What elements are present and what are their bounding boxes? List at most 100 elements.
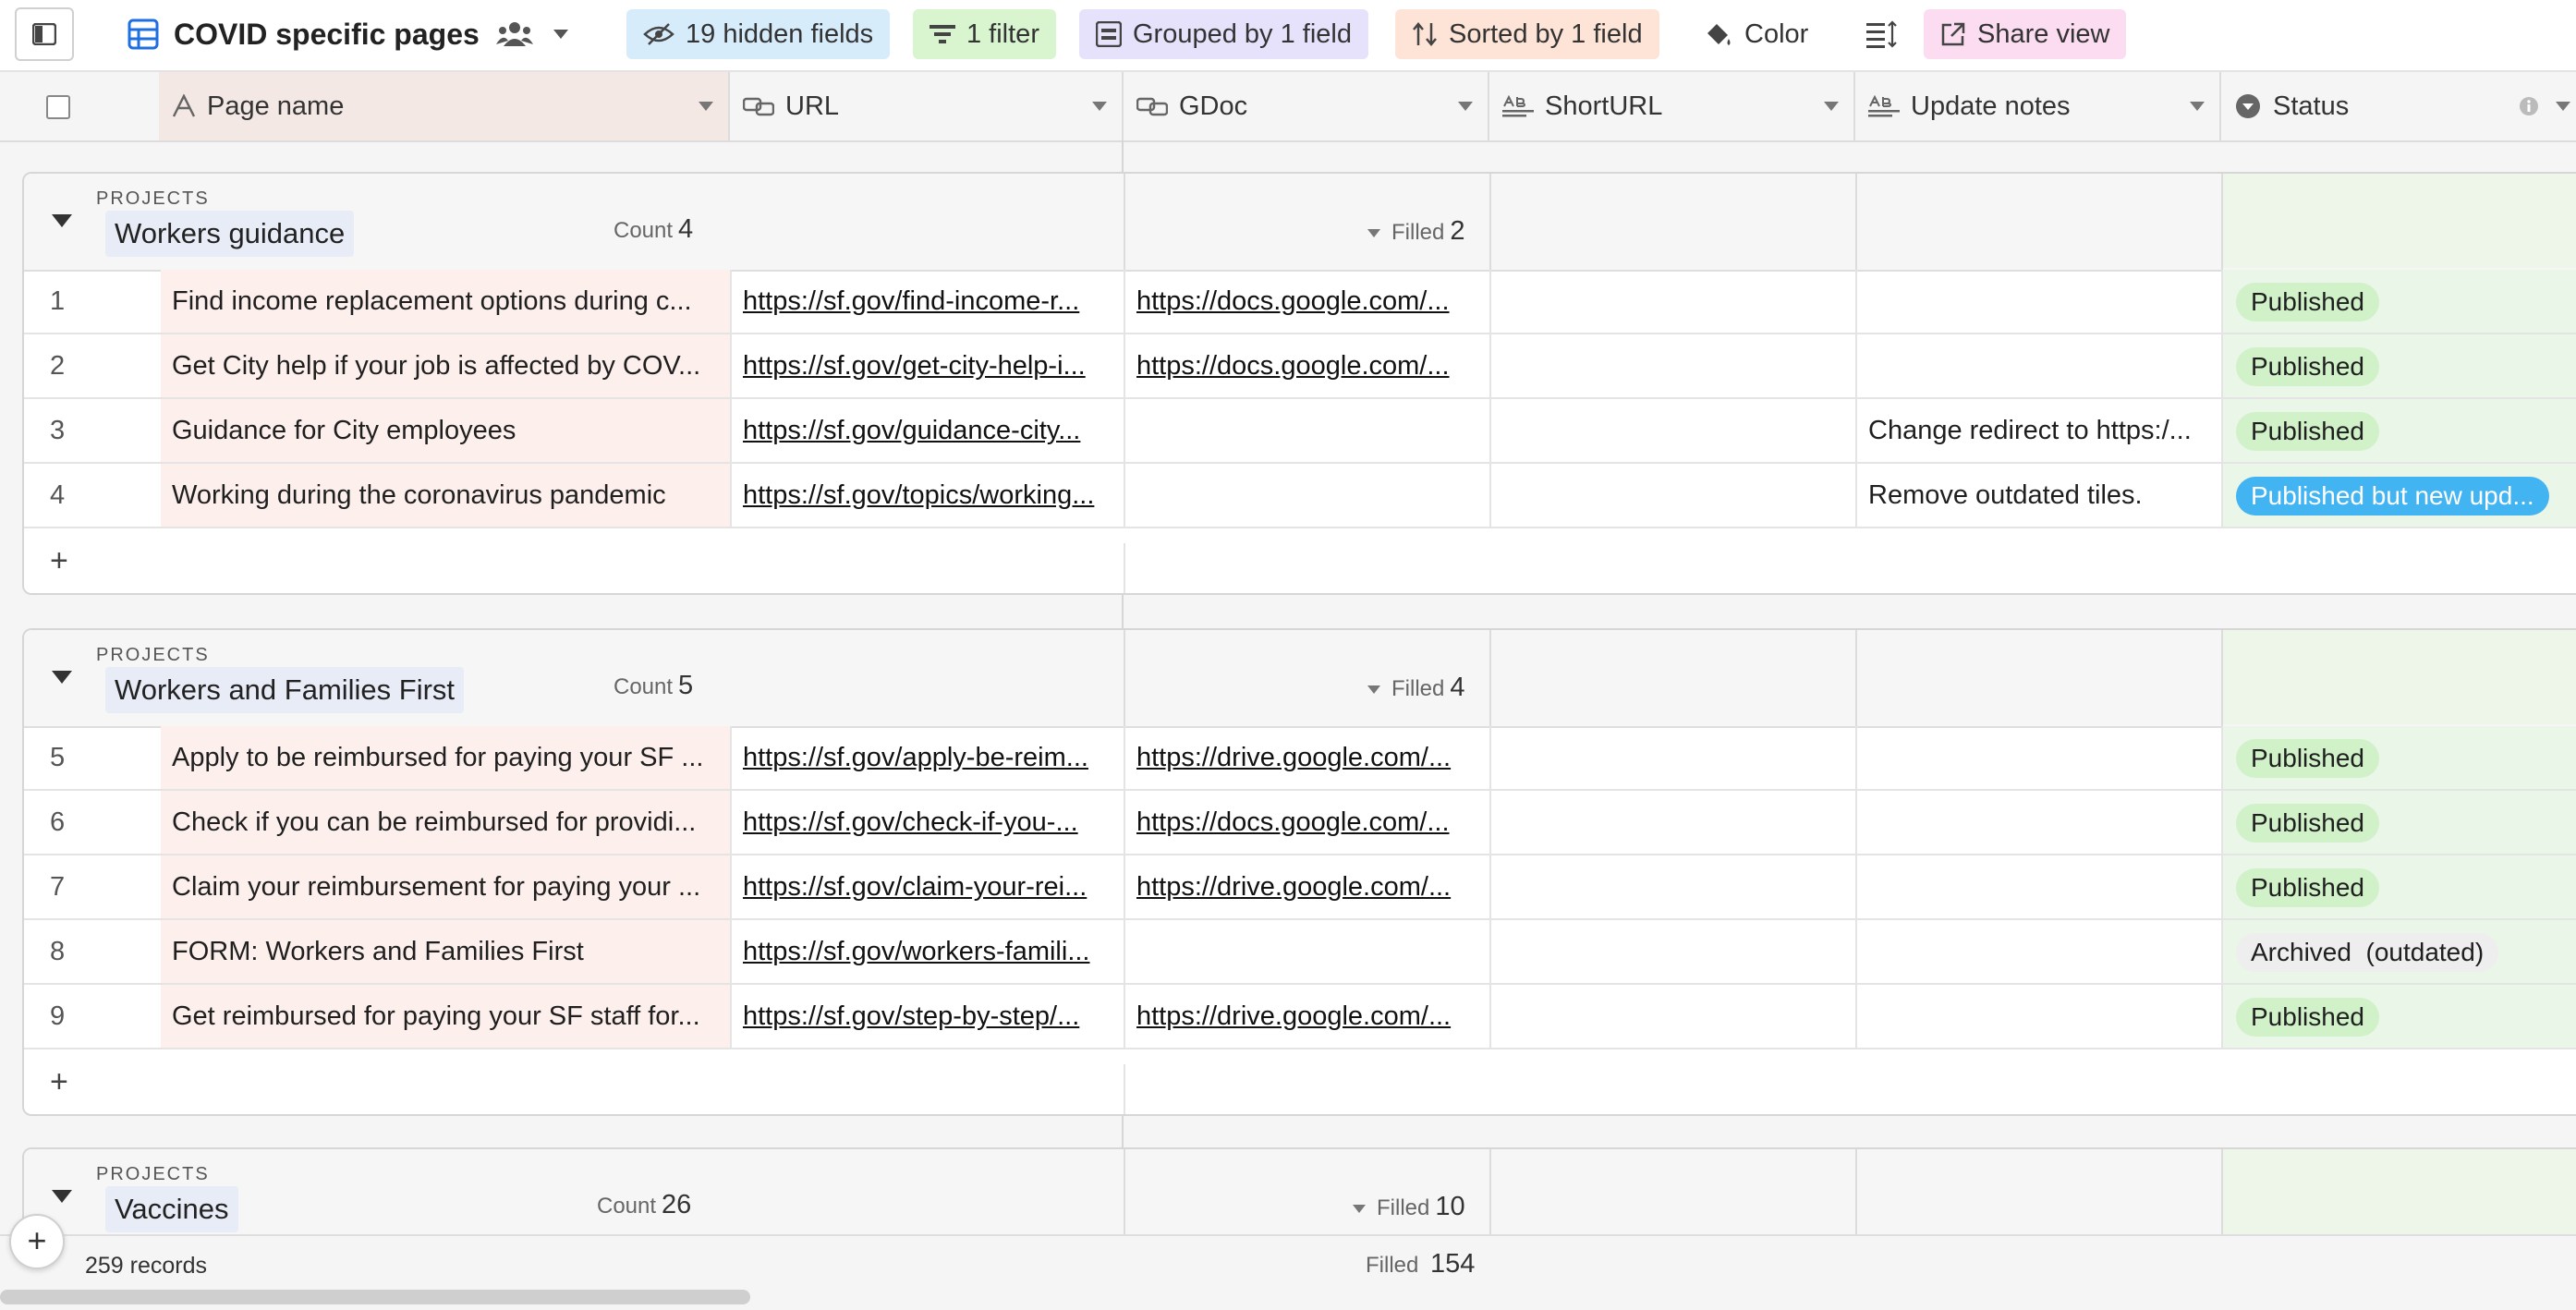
chevron-down-icon[interactable] bbox=[2556, 102, 2570, 111]
shorturl-cell[interactable] bbox=[1491, 334, 1857, 397]
table-row[interactable]: 9 Get reimbursed for paying your SF staf… bbox=[24, 985, 2576, 1049]
page-name-cell[interactable]: FORM: Workers and Families First bbox=[161, 920, 732, 983]
status-cell[interactable]: Published but new upd... bbox=[2223, 464, 2576, 527]
update-notes-cell[interactable] bbox=[1857, 791, 2223, 854]
url-cell[interactable]: https://sf.gov/workers-famili... bbox=[732, 920, 1125, 983]
shorturl-cell[interactable] bbox=[1491, 920, 1857, 983]
shorturl-cell[interactable] bbox=[1491, 855, 1857, 918]
url-cell[interactable]: https://sf.gov/claim-your-rei... bbox=[732, 855, 1125, 918]
gdoc-cell[interactable]: https://docs.google.com/... bbox=[1125, 334, 1491, 397]
table-row[interactable]: 5 Apply to be reimbursed for paying your… bbox=[24, 726, 2576, 791]
group-filled-summary[interactable]: Filled 10 bbox=[1353, 1192, 1465, 1222]
color-button[interactable]: Color bbox=[1687, 9, 1825, 59]
add-record-row[interactable]: + bbox=[24, 1051, 2576, 1114]
gdoc-cell[interactable]: https://drive.google.com/... bbox=[1125, 855, 1491, 918]
sort-button[interactable]: Sorted by 1 field bbox=[1395, 9, 1659, 59]
shorturl-cell[interactable] bbox=[1491, 791, 1857, 854]
group-header[interactable]: PROJECTS Workers guidance Count 4 Filled 2 bbox=[24, 174, 2576, 272]
group-header[interactable]: PROJECTS Vaccines Count 26 Filled 10 bbox=[24, 1149, 2576, 1247]
gdoc-cell[interactable]: https://docs.google.com/... bbox=[1125, 270, 1491, 333]
page-name-cell[interactable]: Guidance for City employees bbox=[161, 399, 732, 462]
add-record-button[interactable]: + bbox=[50, 1064, 68, 1100]
update-notes-cell[interactable] bbox=[1857, 726, 2223, 789]
table-row[interactable]: 7 Claim your reimbursement for paying yo… bbox=[24, 855, 2576, 920]
status-cell[interactable]: Published bbox=[2223, 855, 2576, 918]
table-row[interactable]: 4 Working during the coronavirus pandemi… bbox=[24, 464, 2576, 528]
group-filled-summary[interactable]: Filled 2 bbox=[1367, 216, 1465, 247]
column-header-url[interactable]: URL bbox=[730, 72, 1124, 140]
gdoc-cell[interactable] bbox=[1125, 464, 1491, 527]
column-header-status[interactable]: Status bbox=[2221, 72, 2576, 140]
collapse-group-icon[interactable] bbox=[52, 1190, 72, 1203]
hidden-fields-button[interactable]: 19 hidden fields bbox=[626, 9, 891, 59]
shorturl-cell[interactable] bbox=[1491, 726, 1857, 789]
chevron-down-icon[interactable] bbox=[699, 102, 713, 111]
chevron-down-icon[interactable] bbox=[1092, 102, 1107, 111]
add-record-row[interactable]: + bbox=[24, 530, 2576, 593]
page-name-cell[interactable]: Check if you can be reimbursed for provi… bbox=[161, 791, 732, 854]
collapse-group-icon[interactable] bbox=[52, 671, 72, 684]
gdoc-cell[interactable] bbox=[1125, 399, 1491, 462]
view-switcher[interactable]: COVID specific pages bbox=[128, 9, 568, 59]
column-header-page-name[interactable]: Page name bbox=[159, 72, 730, 140]
table-row[interactable]: 2 Get City help if your job is affected … bbox=[24, 334, 2576, 399]
shorturl-cell[interactable] bbox=[1491, 270, 1857, 333]
url-cell[interactable]: https://sf.gov/find-income-r... bbox=[732, 270, 1125, 333]
update-notes-cell[interactable] bbox=[1857, 334, 2223, 397]
column-header-gdoc[interactable]: GDoc bbox=[1124, 72, 1489, 140]
status-cell[interactable]: Published bbox=[2223, 399, 2576, 462]
update-notes-cell[interactable] bbox=[1857, 270, 2223, 333]
chevron-down-icon[interactable] bbox=[1458, 102, 1473, 111]
status-cell[interactable]: Published bbox=[2223, 334, 2576, 397]
column-header-shorturl[interactable]: ShortURL bbox=[1489, 72, 1855, 140]
column-header-update-notes[interactable]: Update notes bbox=[1855, 72, 2221, 140]
gdoc-cell[interactable] bbox=[1125, 920, 1491, 983]
page-name-cell[interactable]: Claim your reimbursement for paying your… bbox=[161, 855, 732, 918]
table-row[interactable]: 3 Guidance for City employees https://sf… bbox=[24, 399, 2576, 464]
chevron-down-icon[interactable] bbox=[1824, 102, 1839, 111]
page-name-cell[interactable]: Apply to be reimbursed for paying your S… bbox=[161, 726, 732, 789]
group-header[interactable]: PROJECTS Workers and Families First Coun… bbox=[24, 630, 2576, 728]
page-name-cell[interactable]: Find income replacement options during c… bbox=[161, 270, 732, 333]
page-name-cell[interactable]: Get City help if your job is affected by… bbox=[161, 334, 732, 397]
sidebar-toggle-button[interactable] bbox=[15, 7, 74, 61]
info-icon[interactable] bbox=[2519, 96, 2539, 116]
gdoc-cell[interactable]: https://drive.google.com/... bbox=[1125, 985, 1491, 1048]
gdoc-cell[interactable]: https://docs.google.com/... bbox=[1125, 791, 1491, 854]
status-cell[interactable]: Published bbox=[2223, 985, 2576, 1048]
url-cell[interactable]: https://sf.gov/check-if-you-... bbox=[732, 791, 1125, 854]
status-cell[interactable]: Published bbox=[2223, 270, 2576, 333]
group-filled-summary[interactable]: Filled 4 bbox=[1367, 673, 1465, 703]
share-view-button[interactable]: Share view bbox=[1924, 9, 2127, 59]
status-cell[interactable]: Published bbox=[2223, 726, 2576, 789]
status-cell[interactable]: Published bbox=[2223, 791, 2576, 854]
page-name-cell[interactable]: Get reimbursed for paying your SF staff … bbox=[161, 985, 732, 1048]
table-row[interactable]: 1 Find income replacement options during… bbox=[24, 270, 2576, 334]
update-notes-cell[interactable]: Change redirect to https:/... bbox=[1857, 399, 2223, 462]
gdoc-cell[interactable]: https://drive.google.com/... bbox=[1125, 726, 1491, 789]
chevron-down-icon[interactable] bbox=[2190, 102, 2205, 111]
add-record-button[interactable]: + bbox=[50, 543, 68, 579]
shorturl-cell[interactable] bbox=[1491, 985, 1857, 1048]
url-cell[interactable]: https://sf.gov/step-by-step/... bbox=[732, 985, 1125, 1048]
update-notes-cell[interactable] bbox=[1857, 920, 2223, 983]
filter-button[interactable]: 1 filter bbox=[913, 9, 1056, 59]
total-filled-summary[interactable]: Filled 154 bbox=[1366, 1249, 1475, 1280]
update-notes-cell[interactable]: Remove outdated tiles. bbox=[1857, 464, 2223, 527]
shorturl-cell[interactable] bbox=[1491, 399, 1857, 462]
url-cell[interactable]: https://sf.gov/get-city-help-i... bbox=[732, 334, 1125, 397]
url-cell[interactable]: https://sf.gov/apply-be-reim... bbox=[732, 726, 1125, 789]
status-cell[interactable]: Archived (outdated) bbox=[2223, 920, 2576, 983]
update-notes-cell[interactable] bbox=[1857, 855, 2223, 918]
update-notes-cell[interactable] bbox=[1857, 985, 2223, 1048]
table-row[interactable]: 6 Check if you can be reimbursed for pro… bbox=[24, 791, 2576, 855]
horizontal-scrollbar[interactable] bbox=[0, 1290, 750, 1304]
page-name-cell[interactable]: Working during the coronavirus pandemic bbox=[161, 464, 732, 527]
collapse-group-icon[interactable] bbox=[52, 214, 72, 227]
row-height-button[interactable] bbox=[1850, 9, 1926, 59]
url-cell[interactable]: https://sf.gov/topics/working... bbox=[732, 464, 1125, 527]
group-button[interactable]: Grouped by 1 field bbox=[1079, 9, 1368, 59]
add-record-fab[interactable]: + bbox=[9, 1214, 65, 1269]
shorturl-cell[interactable] bbox=[1491, 464, 1857, 527]
table-row[interactable]: 8 FORM: Workers and Families First https… bbox=[24, 920, 2576, 985]
